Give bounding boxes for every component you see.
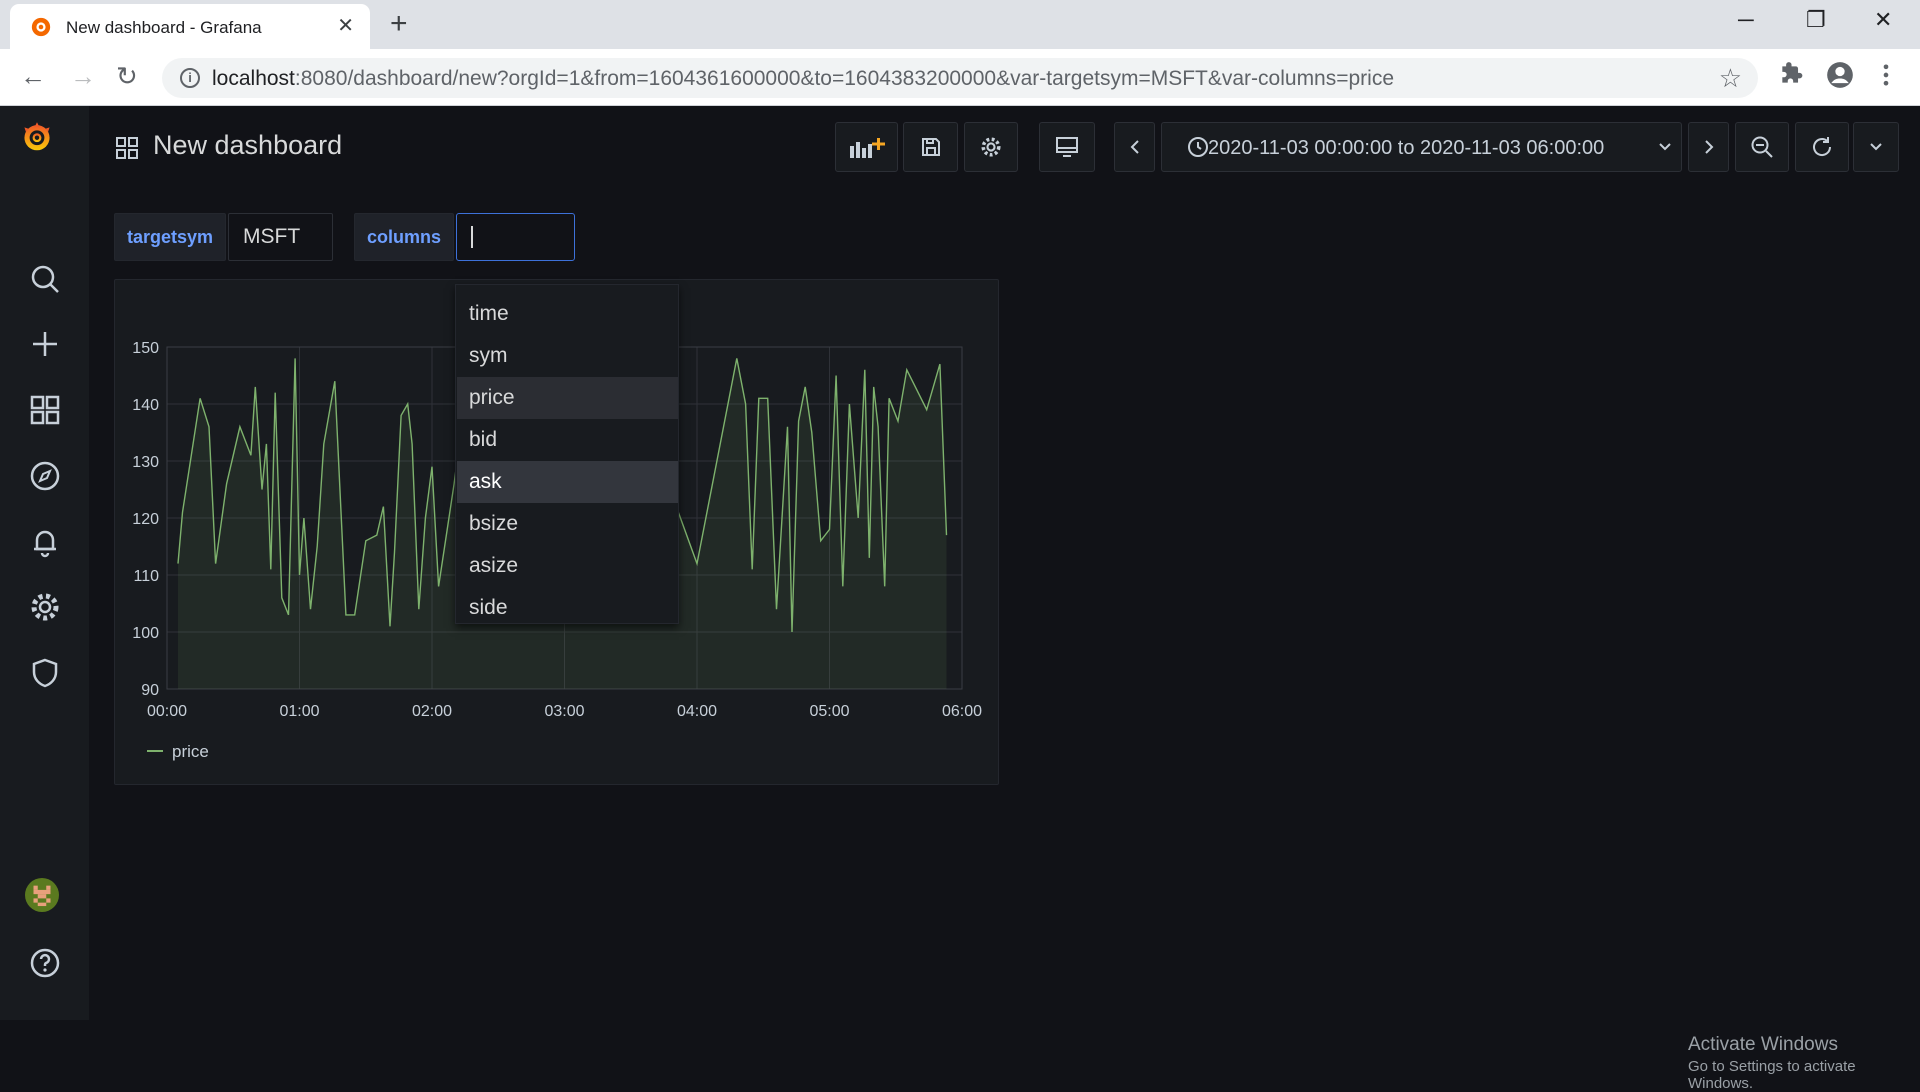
tab-title: New dashboard - Grafana — [66, 18, 262, 37]
close-window-icon[interactable]: ✕ — [1874, 8, 1892, 32]
y-tick-label: 90 — [141, 682, 159, 699]
legend-label: price — [172, 742, 209, 761]
restore-icon[interactable]: ❐ — [1806, 8, 1826, 32]
create-plus-icon[interactable] — [28, 327, 62, 361]
new-tab-icon[interactable]: + — [390, 9, 408, 39]
browser-tab-bar: New dashboard - Grafana ✕ + ─ ❐ ✕ — [0, 0, 1920, 49]
bookmark-star-icon[interactable]: ☆ — [1719, 63, 1742, 94]
dropdown-option-bid[interactable]: bid — [457, 419, 678, 461]
activate-windows-title: Activate Windows — [1688, 1034, 1838, 1055]
search-icon[interactable] — [28, 262, 62, 296]
grafana-sidemenu — [0, 106, 89, 1020]
refresh-interval-button[interactable] — [1853, 122, 1899, 172]
extensions-icon[interactable] — [1778, 61, 1804, 87]
explore-compass-icon[interactable] — [28, 459, 62, 493]
y-tick-label: 130 — [132, 454, 159, 471]
grafana-favicon-icon — [31, 17, 51, 37]
alerting-bell-icon[interactable] — [28, 525, 62, 559]
reload-icon[interactable]: ↻ — [116, 61, 138, 91]
dropdown-option-side[interactable]: side — [457, 587, 678, 629]
y-tick-label: 110 — [133, 568, 159, 585]
user-avatar[interactable] — [25, 878, 65, 918]
configuration-gear-icon[interactable] — [28, 590, 62, 624]
x-tick-label: 05:00 — [809, 703, 849, 720]
columns-variable-label: columns — [354, 213, 455, 261]
server-admin-shield-icon[interactable] — [28, 656, 62, 690]
dashboard-title[interactable]: New dashboard — [153, 130, 342, 161]
add-panel-icon — [849, 138, 885, 158]
address-bar: ← → ↻ i localhost:8080/dashboard/new?org… — [0, 49, 1920, 106]
dropdown-option-sym[interactable]: sym — [457, 335, 678, 377]
browser-tab[interactable]: New dashboard - Grafana ✕ — [10, 4, 370, 49]
dashboard-settings-button[interactable] — [964, 122, 1018, 172]
chevron-down-icon — [1870, 143, 1882, 151]
dashboard-grid-icon — [116, 137, 138, 159]
columns-search-input[interactable] — [456, 213, 575, 261]
save-icon — [921, 138, 940, 156]
browser-menu-icon[interactable] — [1878, 61, 1894, 89]
site-info-icon[interactable]: i — [180, 68, 200, 88]
url-text[interactable]: localhost:8080/dashboard/new?orgId=1&fro… — [212, 67, 1394, 91]
text-caret — [471, 226, 473, 248]
refresh-icon — [1813, 137, 1832, 156]
settings-gear-icon — [981, 137, 1001, 157]
forward-icon[interactable]: → — [70, 61, 96, 91]
time-range-back-button[interactable] — [1114, 122, 1155, 172]
dropdown-option-ask[interactable]: ask — [457, 461, 678, 503]
time-range-picker[interactable]: 2020-11-03 00:00:00 to 2020-11-03 06:00:… — [1161, 122, 1682, 172]
back-icon[interactable]: ← — [20, 61, 46, 91]
activate-windows-subtitle: Go to Settings to activate Windows. — [1688, 1058, 1856, 1092]
y-tick-label: 140 — [132, 397, 159, 414]
tab-close-icon[interactable]: ✕ — [337, 16, 354, 36]
grafana-logo-icon[interactable] — [20, 120, 66, 166]
clock-icon — [1188, 137, 1208, 157]
chevron-right-icon — [1704, 140, 1713, 154]
dropdown-option-time[interactable]: time — [457, 293, 678, 335]
targetsym-value: MSFT — [243, 225, 300, 248]
zoom-out-button[interactable] — [1735, 122, 1789, 172]
x-tick-label: 01:00 — [279, 703, 319, 720]
profile-icon[interactable] — [1826, 61, 1854, 89]
x-tick-label: 06:00 — [942, 703, 982, 720]
chevron-down-icon — [1659, 143, 1671, 151]
time-range-forward-button[interactable] — [1688, 122, 1729, 172]
dashboard-main: New dashboard 2020-11-03 00:00:00 to 202… — [89, 106, 1920, 1092]
dashboards-icon[interactable] — [28, 393, 62, 427]
columns-options-dropdown: time sym price bid ask bsize asize side — [455, 284, 679, 624]
y-tick-label: 100 — [132, 625, 159, 642]
time-range-text: 2020-11-03 00:00:00 to 2020-11-03 06:00:… — [1208, 137, 1605, 159]
dropdown-option-asize[interactable]: asize — [457, 545, 678, 587]
zoom-out-icon — [1751, 136, 1773, 158]
monitor-icon — [1056, 137, 1078, 157]
x-tick-label: 03:00 — [544, 703, 584, 720]
x-tick-label: 00:00 — [147, 703, 187, 720]
targetsym-variable-label: targetsym — [114, 213, 227, 261]
help-icon[interactable] — [28, 946, 62, 980]
y-tick-label: 150 — [132, 340, 159, 357]
minimize-icon[interactable]: ─ — [1738, 8, 1754, 32]
y-tick-label: 120 — [132, 511, 159, 528]
x-tick-label: 04:00 — [677, 703, 717, 720]
refresh-button[interactable] — [1795, 122, 1849, 172]
dropdown-option-bsize[interactable]: bsize — [457, 503, 678, 545]
x-tick-label: 02:00 — [412, 703, 452, 720]
add-panel-button[interactable] — [835, 122, 898, 172]
targetsym-select[interactable]: MSFT — [228, 213, 333, 287]
save-dashboard-button[interactable] — [903, 122, 958, 172]
chevron-left-icon — [1130, 140, 1139, 154]
omnibox[interactable]: i localhost:8080/dashboard/new?orgId=1&f… — [162, 58, 1758, 98]
dropdown-option-price[interactable]: price — [457, 377, 678, 419]
cycle-view-mode-button[interactable] — [1039, 122, 1095, 172]
